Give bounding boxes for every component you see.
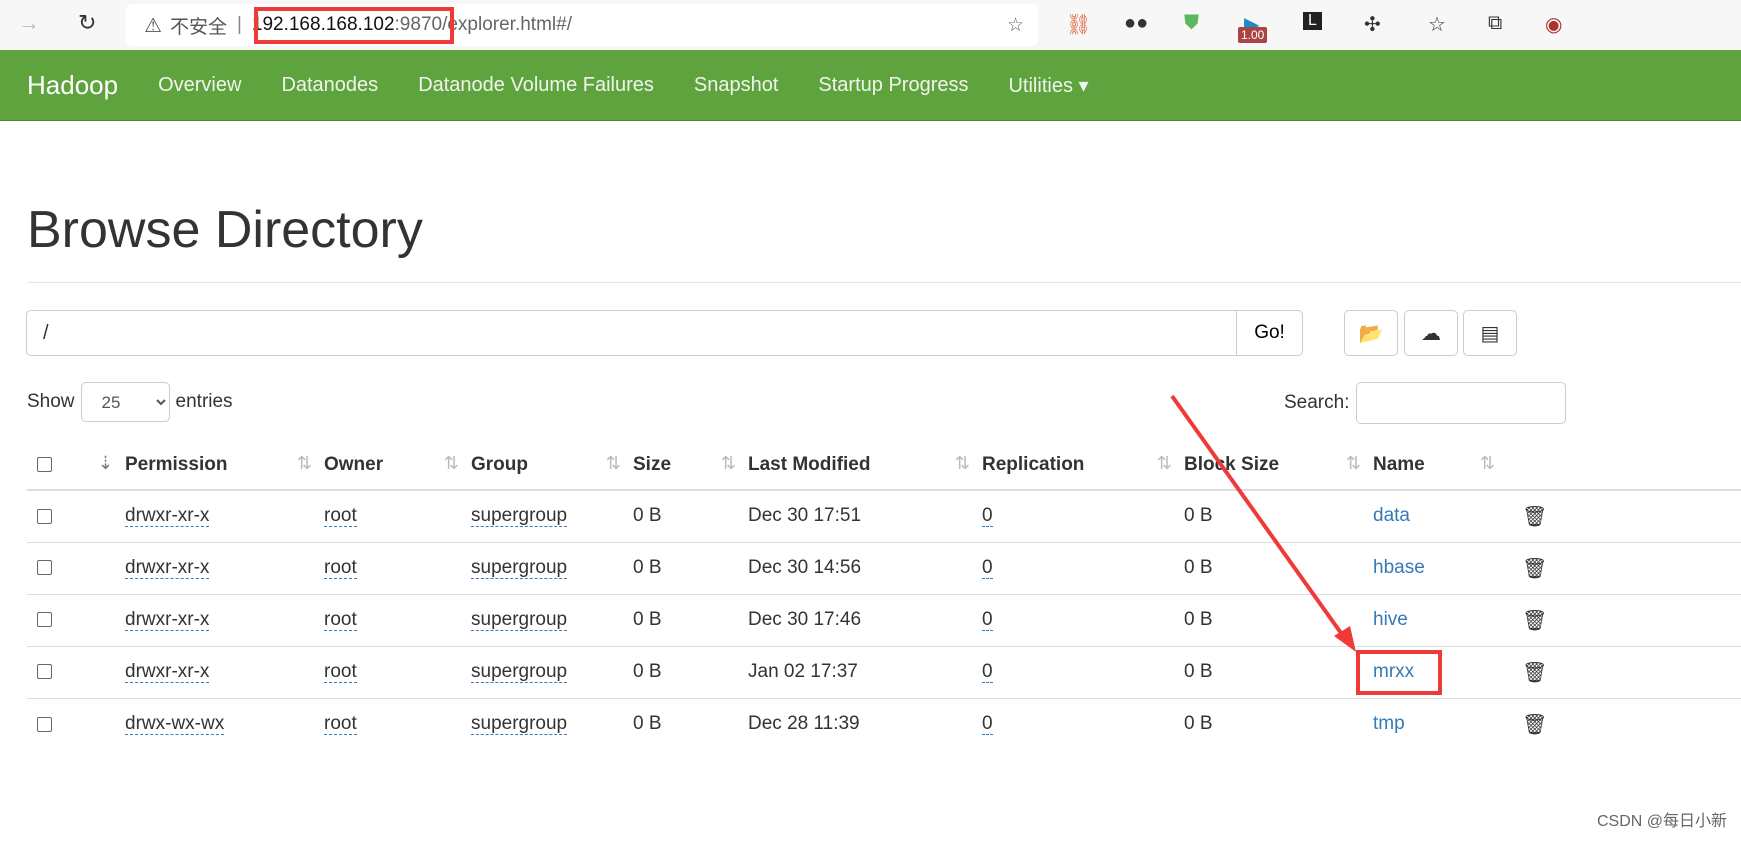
annotation-arrow [1170,394,1356,652]
watermark: CSDN @每日小新 [1596,813,1727,830]
